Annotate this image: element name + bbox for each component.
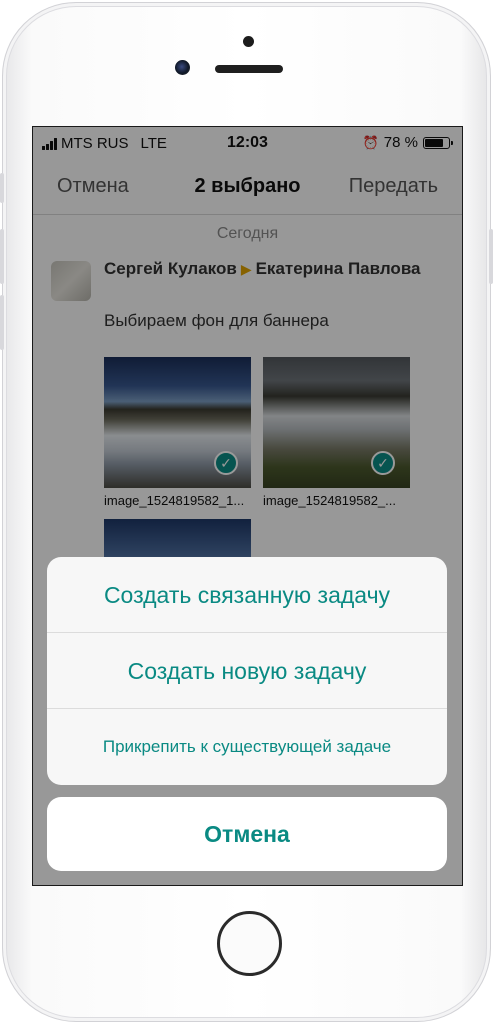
- create-linked-task-button[interactable]: Создать связанную задачу: [47, 557, 447, 633]
- volume-down-button: [0, 295, 4, 350]
- action-sheet: Создать связанную задачу Создать новую з…: [47, 557, 447, 785]
- mute-switch: [0, 173, 4, 203]
- home-button[interactable]: [217, 911, 282, 976]
- front-camera-icon: [175, 60, 190, 75]
- earpiece-speaker: [215, 65, 283, 73]
- action-sheet-cancel-button[interactable]: Отмена: [47, 797, 447, 871]
- power-button: [489, 229, 493, 284]
- screen: MTS RUS LTE 12:03 ⏰ 78 % Отмена 2 выбран…: [32, 126, 463, 886]
- volume-up-button: [0, 229, 4, 284]
- attach-to-existing-task-button[interactable]: Прикрепить к существующей задаче: [47, 709, 447, 785]
- proximity-sensor: [243, 36, 254, 47]
- create-new-task-button[interactable]: Создать новую задачу: [47, 633, 447, 709]
